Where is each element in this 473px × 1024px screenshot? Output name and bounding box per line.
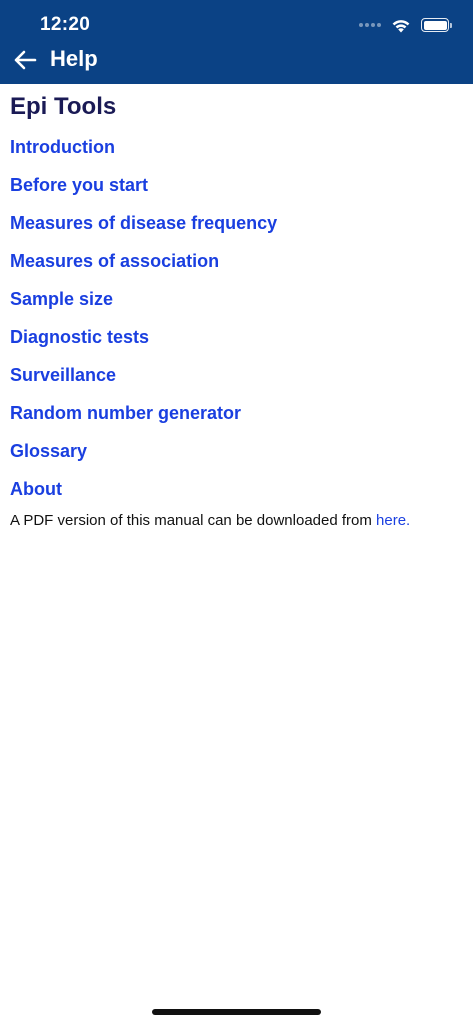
topic-link-association[interactable]: Measures of association [10,251,219,271]
page-heading: Epi Tools [10,93,117,120]
battery-icon [421,18,452,32]
list-item: Random number generator [10,394,465,432]
home-indicator[interactable] [152,1009,321,1015]
help-topics-list: Introduction Before you start Measures o… [10,128,465,508]
pdf-download-note: A PDF version of this manual can be down… [10,510,465,532]
pdf-download-link[interactable]: here. [376,512,410,529]
list-item: Surveillance [10,356,465,394]
list-item: Before you start [10,166,465,204]
list-item: Measures of association [10,242,465,280]
back-button[interactable] [10,46,40,74]
list-item: Sample size [10,280,465,318]
topic-link-glossary[interactable]: Glossary [10,441,87,461]
header-bar: 12:20 Help [0,0,473,84]
nav-title: Help [50,46,98,71]
wifi-icon [392,19,410,32]
topic-link-about[interactable]: About [10,479,62,499]
navigation-row: Help [0,40,473,80]
list-item: About [10,470,465,508]
topic-link-surveillance[interactable]: Surveillance [10,365,116,385]
status-icons [359,15,452,35]
list-item: Diagnostic tests [10,318,465,356]
pdf-download-text: A PDF version of this manual can be down… [10,512,377,529]
signal-icon [359,23,381,27]
help-content: Epi Tools Introduction Before you start … [10,92,465,532]
topic-link-diagnostic-tests[interactable]: Diagnostic tests [10,327,149,347]
list-item: Introduction [10,128,465,166]
arrow-left-icon [14,50,37,70]
topic-link-before-you-start[interactable]: Before you start [10,175,148,195]
topic-link-sample-size[interactable]: Sample size [10,289,113,309]
help-screen: 12:20 Help Epi Tools Introduction Before… [0,0,473,1024]
topic-link-random-number-generator[interactable]: Random number generator [10,403,241,423]
topic-link-disease-frequency[interactable]: Measures of disease frequency [10,213,277,233]
list-item: Measures of disease frequency [10,204,465,242]
topic-link-introduction[interactable]: Introduction [10,137,115,157]
status-time: 12:20 [40,14,91,35]
list-item: Glossary [10,432,465,470]
